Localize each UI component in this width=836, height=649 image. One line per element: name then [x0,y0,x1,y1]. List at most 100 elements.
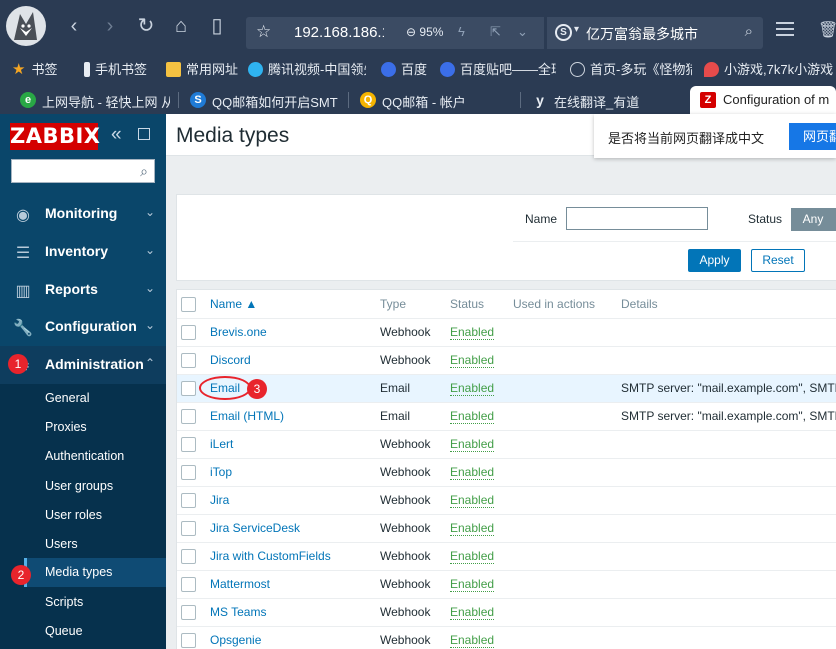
status-toggle[interactable]: Enabled [450,633,495,648]
submenu-general[interactable]: General [24,384,166,413]
bookmark-item[interactable]: 常用网址 [166,59,238,78]
submenu-user-roles[interactable]: User roles [24,501,166,530]
menu-configuration[interactable]: 🔧 Configuration ⌄ [0,308,166,346]
status-toggle[interactable]: Enabled [450,549,495,564]
zabbix-logo[interactable]: ZABBIX [10,123,100,150]
address-bar[interactable]: ☆ 192.168.186.1: ⊖ 95% ϟ ⇱ ⌄ [246,17,544,49]
forward-icon[interactable]: › [98,14,122,38]
row-checkbox[interactable] [181,577,196,592]
media-type-name-link[interactable]: Discord [210,353,251,367]
collapse-sidebar-icon[interactable]: « [111,124,122,146]
menu-monitoring[interactable]: ◉ Monitoring ⌄ [0,195,166,233]
status-toggle[interactable]: Enabled [450,437,495,452]
row-checkbox[interactable] [181,521,196,536]
row-checkbox[interactable] [181,409,196,424]
media-type-name-link[interactable]: iLert [210,437,233,451]
status-toggle[interactable]: Enabled [450,409,495,424]
bookmark-item[interactable]: 百度贴吧——全球 [440,59,556,78]
zoom-level[interactable]: ⊖ 95% [406,25,443,39]
media-type-name-link[interactable]: iTop [210,465,232,479]
column-header-name[interactable]: Name ▲ [210,297,257,311]
row-checkbox[interactable] [181,325,196,340]
media-type-name-link[interactable]: Brevis.one [210,325,267,339]
share-icon[interactable]: ⇱ [490,24,501,40]
reset-button[interactable]: Reset [751,249,805,272]
row-checkbox[interactable] [181,437,196,452]
status-toggle[interactable]: Enabled [450,577,495,592]
browser-tab[interactable]: y 在线翻译_有道 [532,86,680,114]
row-checkbox[interactable] [181,381,196,396]
filter-name-input[interactable] [566,207,708,230]
table-row: MS Teams Webhook Enabled [177,598,836,626]
media-type-name-link[interactable]: MS Teams [210,605,266,619]
list-icon: ☰ [15,245,31,262]
bookmark-star-icon[interactable]: ☆ [256,22,271,42]
column-header-status[interactable]: Status [450,297,484,311]
menu-icon[interactable] [776,22,794,36]
bookmark-item[interactable]: 首页-多玩《怪物猎 [570,59,692,78]
search-icon[interactable]: ⌕ [745,23,753,40]
row-checkbox[interactable] [181,605,196,620]
column-header-type[interactable]: Type [380,297,406,311]
url-text[interactable]: 192.168.186.1: [294,24,384,41]
submenu-proxies[interactable]: Proxies [24,413,166,442]
media-type-name-link[interactable]: Opsgenie [210,633,261,647]
reload-icon[interactable]: ↻ [134,14,158,38]
row-checkbox[interactable] [181,465,196,480]
browser-tab-active[interactable]: Z Configuration of m [690,86,836,114]
home-icon[interactable]: ⌂ [169,14,193,38]
profile-avatar[interactable] [6,6,46,46]
bookmark-item[interactable]: ★ 书签 [12,59,57,78]
row-checkbox[interactable] [181,549,196,564]
submenu-users[interactable]: Users [24,530,166,559]
bookmark-item[interactable]: 小游戏,7k7k小游戏 [704,59,836,78]
row-checkbox[interactable] [181,493,196,508]
table-row: Mattermost Webhook Enabled [177,570,836,598]
chevron-down-icon: ⌄ [145,318,156,332]
status-toggle[interactable]: Enabled [450,465,495,480]
status-toggle[interactable]: Enabled [450,381,495,396]
status-toggle[interactable]: Enabled [450,353,495,368]
status-toggle[interactable]: Enabled [450,521,495,536]
search-engine-icon[interactable]: S [555,24,572,41]
browser-tab[interactable]: S QQ邮箱如何开启SMTP [190,86,338,114]
select-all-checkbox[interactable] [181,297,196,312]
media-type-name-link[interactable]: Jira with CustomFields [210,549,331,563]
status-toggle[interactable]: Enabled [450,325,495,340]
search-icon[interactable]: ⌕ [140,163,148,180]
dropdown-icon[interactable]: ⌄ [517,24,528,40]
bookmark-item[interactable]: 百度 [381,59,427,78]
apply-button[interactable]: Apply [688,249,741,272]
browser-tab[interactable]: Q QQ邮箱 - 帐户 [360,86,510,114]
chevron-down-icon[interactable]: ▾ [574,24,579,35]
status-toggle[interactable]: Enabled [450,493,495,508]
submenu-media-types[interactable]: Media types [24,558,166,587]
browser-tab[interactable]: e 上网导航 - 轻快上网 从 [20,86,170,114]
submenu-queue[interactable]: Queue [24,617,166,646]
back-icon[interactable]: ‹ [62,14,86,38]
submenu-authentication[interactable]: Authentication [24,442,166,471]
kiosk-mode-icon[interactable] [138,128,150,140]
submenu-scripts[interactable]: Scripts [24,588,166,617]
search-bar[interactable]: S ▾ 亿万富翁最多城市 ⌕ [547,17,763,49]
search-suggestion[interactable]: 亿万富翁最多城市 [586,24,698,44]
menu-reports[interactable]: ▥ Reports ⌄ [0,271,166,309]
status-option-any[interactable]: Any [791,208,835,231]
row-checkbox[interactable] [181,633,196,648]
bookmark-item[interactable]: 腾讯视频-中国领先 [248,59,366,78]
row-checkbox[interactable] [181,353,196,368]
bolt-icon[interactable]: ϟ [458,24,465,39]
menu-inventory[interactable]: ☰ Inventory ⌄ [0,233,166,271]
reader-icon[interactable]: ▯ [205,14,229,38]
bookmark-label: 百度 [401,62,428,77]
media-type-name-link[interactable]: Mattermost [210,577,270,591]
media-type-name-link[interactable]: Email (HTML) [210,409,284,423]
bookmark-item[interactable]: 手机书签 [84,59,147,78]
sidebar-search-input[interactable]: ⌕ [11,159,155,183]
translate-button[interactable]: 网页翻译 [789,123,836,150]
status-toggle[interactable]: Enabled [450,605,495,620]
media-type-name-link[interactable]: Jira ServiceDesk [210,521,300,535]
media-type-name-link[interactable]: Jira [210,493,229,507]
trash-icon[interactable]: 🗑 [818,20,836,40]
submenu-user-groups[interactable]: User groups [24,472,166,501]
